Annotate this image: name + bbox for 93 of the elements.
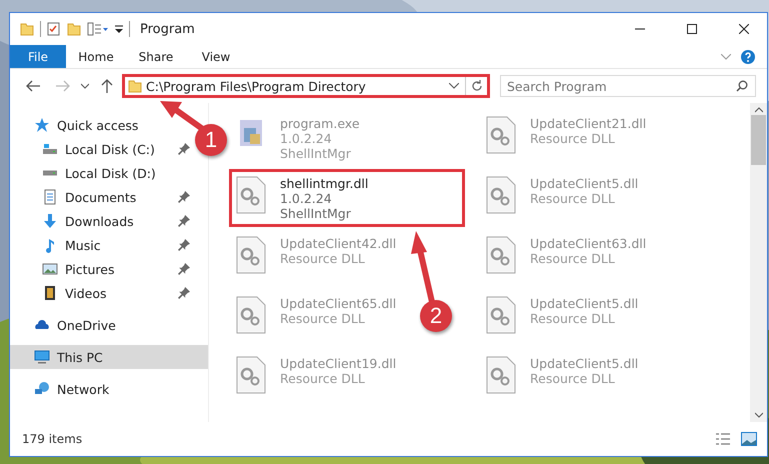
file-name: program.exe [280, 116, 360, 131]
sidebar-item[interactable]: Documents [10, 185, 194, 209]
gear-file-icon [236, 356, 266, 394]
gear-file-icon [236, 296, 266, 334]
sidebar-item[interactable]: OneDrive [10, 313, 124, 337]
gear-file-icon [486, 176, 516, 214]
file-detail: Resource DLL [530, 371, 616, 386]
sidebar-item[interactable]: Network [10, 377, 118, 401]
pin-icon [178, 287, 190, 299]
document-icon [42, 189, 58, 205]
ribbon-tab[interactable]: Home [66, 45, 126, 68]
star-icon [34, 117, 50, 133]
forward-arrow-icon [56, 80, 70, 92]
chevron-icon[interactable] [721, 54, 731, 60]
close-icon [739, 24, 749, 34]
file-detail: Resource DLL [280, 371, 366, 386]
pin-icon [178, 143, 190, 155]
pin-icon [178, 263, 190, 275]
file-detail: 1.0.2.24 [280, 131, 333, 146]
file-detail: ShellIntMgr [280, 146, 352, 161]
details-view-icon[interactable] [715, 432, 731, 446]
file-detail: Resource DLL [530, 191, 616, 206]
file-detail: Resource DLL [530, 311, 616, 326]
drive-icon [42, 170, 58, 176]
folder-icon [128, 79, 142, 93]
sidebar-item[interactable]: Local Disk (D:) [10, 161, 194, 185]
file-detail: Resource DLL [280, 311, 366, 326]
properties-icon[interactable] [87, 22, 109, 36]
refresh-icon [470, 80, 482, 92]
sidebar-item[interactable]: Videos [10, 281, 194, 305]
minimize-icon [635, 28, 645, 30]
gear-file-icon [236, 236, 266, 274]
caret-icon [81, 83, 89, 89]
new-folder-icon [67, 22, 81, 36]
file-name: shellintmgr.dll [280, 176, 368, 191]
file-name: UpdateClient65.dll [280, 296, 396, 311]
file-detail: Resource DLL [280, 251, 366, 266]
drive-icon [42, 143, 58, 155]
gear-file-icon [486, 296, 516, 334]
sidebar-item[interactable]: Quick access [10, 113, 146, 137]
pin-icon [178, 239, 190, 251]
file-detail: Resource DLL [530, 251, 616, 266]
scroll-down-icon[interactable] [754, 412, 762, 418]
ribbon-tab[interactable]: View [186, 45, 246, 68]
sidebar-item[interactable]: Local Disk (C:) [10, 137, 194, 161]
gear-file-icon [486, 116, 516, 154]
file-detail: 1.0.2.24 [280, 191, 333, 206]
search-icon [736, 80, 748, 92]
file-name: UpdateClient5.dll [530, 356, 638, 371]
dropdown-icon[interactable] [449, 83, 459, 89]
pin-icon [178, 215, 190, 227]
file-name: UpdateClient63.dll [530, 236, 646, 251]
help-icon[interactable] [741, 50, 755, 64]
address-bar[interactable]: C:\Program Files\Program Directory [122, 74, 490, 98]
file-detail: Resource DLL [530, 131, 616, 146]
scrollbar[interactable] [750, 103, 767, 422]
file-name: UpdateClient5.dll [530, 176, 638, 191]
file-name: UpdateClient5.dll [530, 296, 638, 311]
file-menu-button[interactable]: File [10, 45, 66, 68]
sidebar-item[interactable]: This PC [10, 345, 208, 369]
download-arrow-icon [42, 213, 58, 229]
item-count: 179 items [22, 432, 84, 446]
sidebar-item[interactable]: Pictures [10, 257, 194, 281]
picture-icon [42, 261, 58, 277]
folder-icon [20, 22, 34, 36]
network-icon [34, 381, 50, 397]
file-detail: ShellIntMgr [280, 206, 352, 221]
scroll-up-icon[interactable] [754, 107, 762, 113]
file-name: UpdateClient42.dll [280, 236, 396, 251]
back-arrow-icon [26, 80, 40, 92]
up-arrow-icon [101, 79, 113, 93]
file-name: UpdateClient21.dll [530, 116, 646, 131]
sidebar-item[interactable]: Downloads [10, 209, 194, 233]
caret-icon[interactable] [115, 24, 123, 34]
maximize-icon [687, 24, 697, 34]
pointer-arrow [160, 101, 206, 132]
pointer-arrow [411, 231, 435, 303]
computer-icon [34, 349, 50, 365]
sidebar-item[interactable]: Music [10, 233, 194, 257]
gear-file-icon [236, 176, 266, 214]
file-name: UpdateClient19.dll [280, 356, 396, 371]
file-tile[interactable]: shellintmgr.dll 1.0.2.24 ShellIntMgr [229, 169, 465, 227]
window-title: Program [140, 22, 196, 36]
scroll-thumb[interactable] [751, 115, 766, 165]
pin-icon [178, 191, 190, 203]
ribbon-tab[interactable]: Share [126, 45, 186, 68]
gear-file-icon [486, 236, 516, 274]
gear-file-icon [486, 356, 516, 394]
address-path: C:\Program Files\Program Directory [146, 78, 367, 94]
thumbnail-view-icon[interactable] [741, 432, 757, 446]
film-icon [42, 285, 58, 301]
checklist-icon[interactable] [47, 22, 61, 36]
search-field[interactable]: Search Program [500, 75, 756, 97]
